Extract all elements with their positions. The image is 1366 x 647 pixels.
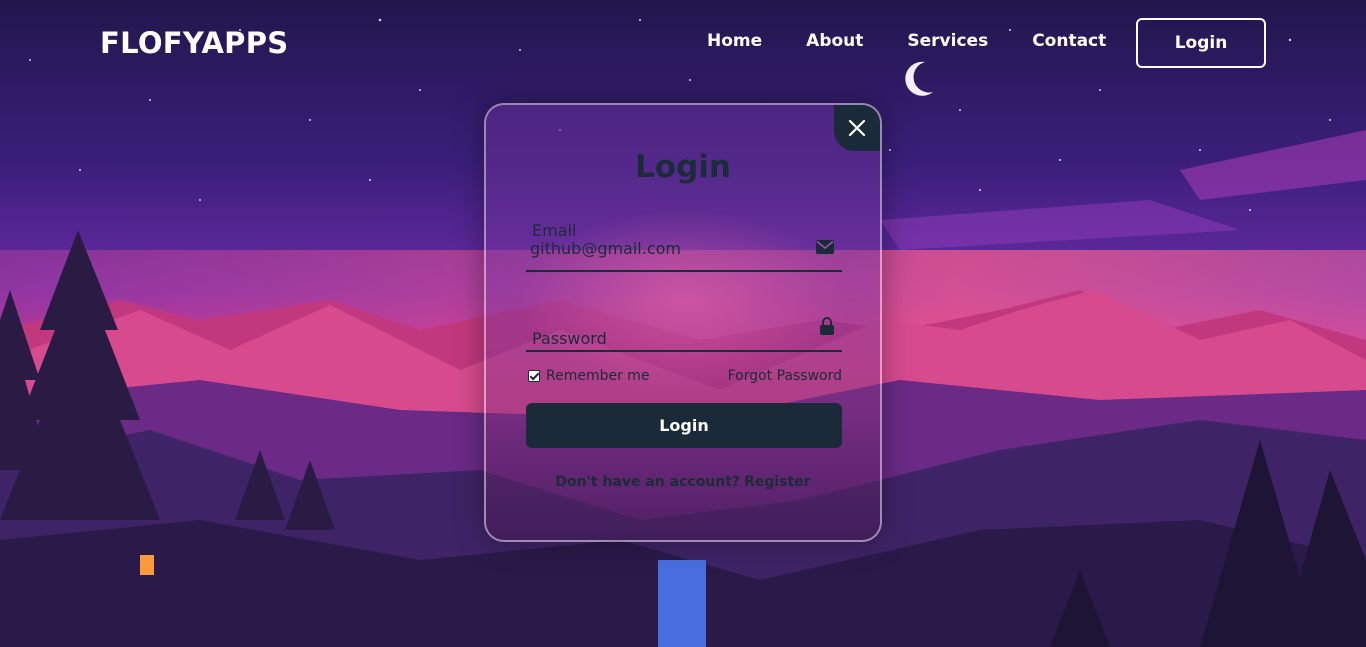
- site-header: FLOFYAPPS Home About Services Contact Lo…: [0, 0, 1366, 86]
- remember-row: Remember me Forgot Password: [526, 367, 842, 387]
- login-submit-button[interactable]: Login: [526, 403, 842, 448]
- remember-checkbox[interactable]: [528, 370, 540, 382]
- remember-label[interactable]: Remember me: [546, 368, 650, 384]
- header-login-button[interactable]: Login: [1136, 18, 1266, 68]
- forgot-password-link[interactable]: Forgot Password: [728, 368, 842, 384]
- password-field: Password: [526, 317, 842, 352]
- modal-title: Login: [635, 149, 731, 185]
- email-field: Email: [526, 217, 842, 272]
- register-link[interactable]: Register: [744, 474, 811, 490]
- login-modal: Login Email Password Remember me Forgot …: [484, 103, 882, 542]
- nav-home-link[interactable]: Home: [707, 31, 762, 51]
- nav-services-link[interactable]: Services: [907, 31, 988, 51]
- nav-contact-link[interactable]: Contact: [1032, 31, 1106, 51]
- email-input[interactable]: [530, 237, 810, 259]
- main-nav: Home About Services Contact: [707, 31, 1150, 51]
- close-button[interactable]: [834, 105, 880, 151]
- close-icon: [848, 119, 866, 137]
- site-logo[interactable]: FLOFYAPPS: [100, 26, 288, 60]
- register-row: Don't have an account? Register: [486, 474, 880, 490]
- register-prompt: Don't have an account?: [555, 474, 741, 490]
- nav-about-link[interactable]: About: [806, 31, 863, 51]
- lock-icon: [820, 317, 834, 339]
- password-input[interactable]: [530, 325, 810, 347]
- mail-icon: [816, 239, 834, 258]
